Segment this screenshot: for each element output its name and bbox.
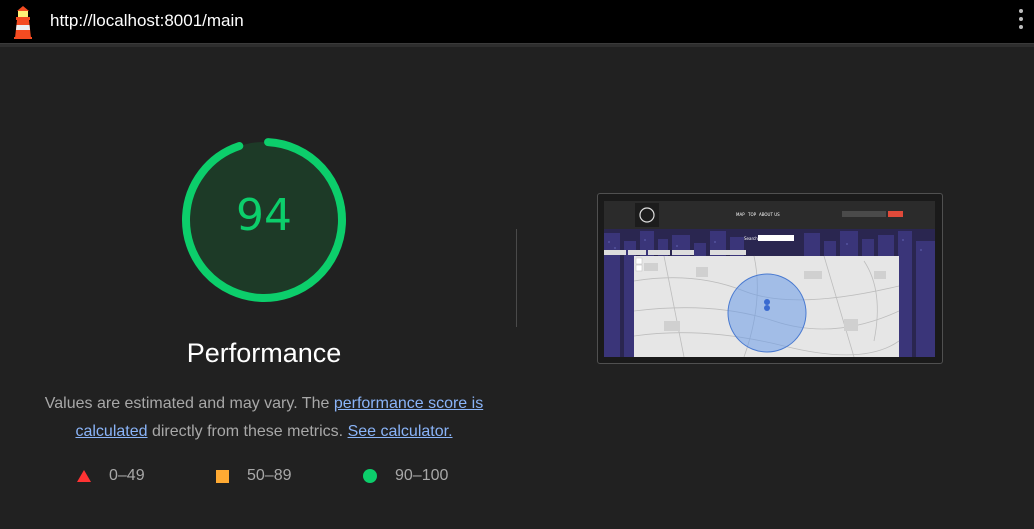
- description-text: Values are estimated and may vary. The: [44, 395, 334, 412]
- page-screenshot-thumbnail[interactable]: MAP TOP ABOUT US Search: [597, 193, 943, 364]
- description-text-middle: directly from these metrics.: [147, 423, 348, 440]
- toolbar-divider: [0, 44, 1034, 47]
- legend-range: 0–49: [109, 467, 145, 484]
- green-circle-icon: [363, 469, 377, 483]
- thumb-nav-about: ABOUT US: [759, 212, 780, 217]
- score-legend: 0–49 50–89 90–100: [0, 467, 520, 491]
- thumb-nav-top: TOP: [747, 212, 757, 217]
- see-calculator-link[interactable]: See calculator.: [348, 423, 453, 440]
- kebab-menu-icon[interactable]: [1018, 9, 1024, 35]
- orange-square-icon: [216, 469, 229, 483]
- page-url: http://localhost:8001/main: [50, 11, 244, 30]
- red-triangle-icon: [77, 470, 91, 482]
- vertical-divider: [516, 229, 517, 327]
- legend-range: 90–100: [395, 467, 449, 484]
- category-title: Performance: [186, 338, 342, 368]
- performance-score: 94: [236, 190, 292, 241]
- thumb-search-label: Search: [744, 236, 758, 241]
- legend-item-average: 50–89: [216, 467, 292, 485]
- thumbnail-image: MAP TOP ABOUT US Search: [604, 201, 935, 357]
- legend-range: 50–89: [247, 467, 292, 484]
- legend-item-fail: 0–49: [77, 467, 145, 485]
- browser-toolbar: http://localhost:8001/main: [0, 0, 1034, 44]
- legend-item-pass: 90–100: [363, 467, 448, 485]
- lighthouse-icon: [14, 6, 32, 39]
- thumb-nav-map: MAP: [736, 212, 745, 217]
- score-description: Values are estimated and may vary. The p…: [34, 390, 494, 446]
